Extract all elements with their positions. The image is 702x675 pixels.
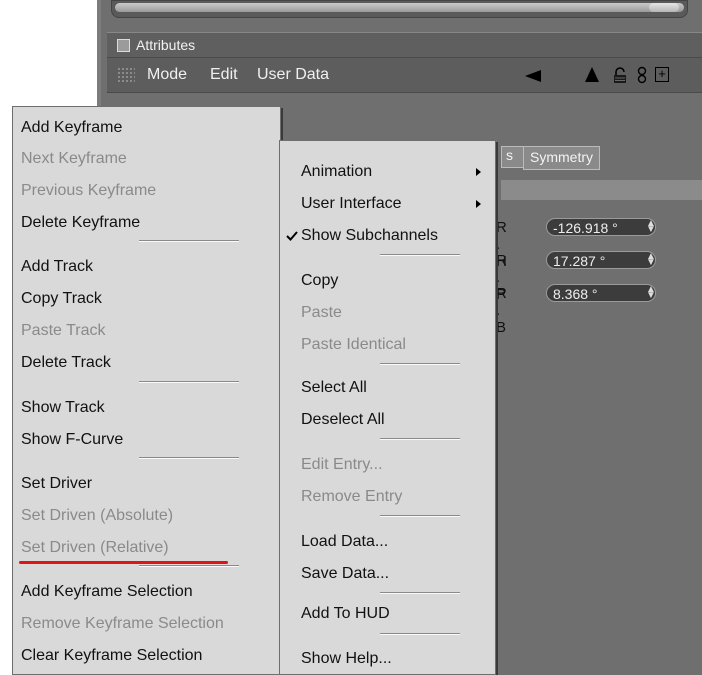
new-panel-plus-icon[interactable]: +	[655, 67, 669, 82]
red-highlight-underline	[19, 561, 228, 564]
menu-item-paste-track[interactable]: Paste Track	[13, 318, 280, 344]
panel-title: Attributes	[136, 37, 196, 53]
menu-separator	[380, 592, 460, 594]
tab-symmetry[interactable]: Symmetry	[523, 146, 600, 170]
menu-item-show-subchannels[interactable]: Show Subchannels	[280, 223, 495, 249]
panel-menubar: Mode Edit User Data +	[107, 58, 702, 93]
menu-item-edit-entry[interactable]: Edit Entry...	[280, 452, 495, 478]
menu-separator	[380, 438, 460, 440]
rotation-h-field[interactable]: -126.918 °	[546, 218, 656, 236]
menu-item-animation[interactable]: Animation	[280, 159, 495, 185]
checkmark-icon	[286, 231, 298, 241]
menu-item-label: User Interface	[301, 195, 402, 212]
menu-item-select-all[interactable]: Select All	[280, 375, 495, 401]
menu-item-deselect-all[interactable]: Deselect All	[280, 407, 495, 433]
rotation-p-field[interactable]: 17.287 °	[546, 251, 656, 269]
menu-item-next-keyframe[interactable]: Next Keyframe	[13, 146, 280, 172]
up-arrow-icon[interactable]	[585, 67, 599, 82]
submenu-arrow-icon	[476, 200, 481, 208]
menu-separator	[139, 381, 239, 383]
menu-separator	[380, 633, 460, 635]
scrollbar-end-cap	[649, 3, 679, 12]
menu-item-remove-entry[interactable]: Remove Entry	[280, 484, 495, 510]
panel-titlebar: Attributes	[107, 32, 702, 58]
top-scrollbar[interactable]	[111, 0, 688, 18]
menu-item-save-data[interactable]: Save Data...	[280, 561, 495, 587]
section-header-bar	[501, 180, 702, 200]
spinner-icon[interactable]: ▲ ▼	[646, 252, 656, 268]
submenu-arrow-icon	[476, 168, 481, 176]
menu-item-show-help[interactable]: Show Help...	[280, 646, 495, 672]
menu-user-data[interactable]: User Data	[257, 66, 329, 84]
menu-separator	[139, 240, 239, 242]
menu-item-clear-keyframe-selection[interactable]: Clear Keyframe Selection	[13, 643, 280, 669]
spinner-icon[interactable]: ▲ ▼	[646, 219, 656, 235]
menu-item-copy-track[interactable]: Copy Track	[13, 286, 280, 312]
menu-mode[interactable]: Mode	[147, 66, 187, 84]
submenu: Animation User Interface Show Subchannel…	[279, 140, 496, 675]
menu-item-delete-track[interactable]: Delete Track	[13, 350, 280, 376]
menu-separator	[380, 254, 460, 256]
menu-item-remove-keyframe-selection[interactable]: Remove Keyframe Selection	[13, 611, 280, 637]
lock-icon[interactable]	[613, 67, 627, 84]
panel-toggle-icon[interactable]	[117, 39, 130, 52]
menu-item-add-keyframe-selection[interactable]: Add Keyframe Selection	[13, 579, 280, 605]
menu-item-show-track[interactable]: Show Track	[13, 395, 280, 421]
menu-separator	[139, 565, 239, 567]
menu-item-set-driven-relative[interactable]: Set Driven (Relative)	[13, 535, 280, 561]
menu-item-previous-keyframe[interactable]: Previous Keyframe	[13, 178, 280, 204]
menu-item-set-driven-absolute[interactable]: Set Driven (Absolute)	[13, 503, 280, 529]
rotation-b-field[interactable]: 8.368 °	[546, 284, 656, 302]
menu-item-paste-identical[interactable]: Paste Identical	[280, 332, 495, 358]
menu-item-load-data[interactable]: Load Data...	[280, 529, 495, 555]
menu-item-paste[interactable]: Paste	[280, 300, 495, 326]
menu-item-add-to-hud[interactable]: Add To HUD	[280, 601, 495, 627]
menu-item-label: Animation	[301, 163, 373, 180]
menu-separator	[139, 457, 239, 459]
menu-item-delete-keyframe[interactable]: Delete Keyframe	[13, 210, 280, 236]
menu-item-add-keyframe[interactable]: Add Keyframe	[13, 115, 280, 141]
back-arrow-icon[interactable]	[525, 70, 541, 82]
spinner-icon[interactable]: ▲ ▼	[646, 285, 656, 301]
menu-edit[interactable]: Edit	[210, 66, 238, 84]
menu-item-user-interface[interactable]: User Interface	[280, 191, 495, 217]
menu-item-show-f-curve[interactable]: Show F-Curve	[13, 427, 280, 453]
link-icon[interactable]	[637, 66, 647, 84]
menu-separator	[380, 515, 460, 517]
menu-item-set-driver[interactable]: Set Driver	[13, 471, 280, 497]
grip-icon[interactable]	[117, 67, 135, 83]
scrollbar-thumb[interactable]	[115, 3, 684, 12]
menu-separator	[380, 363, 460, 365]
menu-item-copy[interactable]: Copy	[280, 268, 495, 294]
context-menu: Add Keyframe Next Keyframe Previous Keyf…	[12, 106, 281, 675]
menu-item-label: Show Subchannels	[301, 227, 438, 244]
menu-item-add-track[interactable]: Add Track	[13, 254, 280, 280]
rotation-b-label: R . B	[496, 285, 508, 336]
